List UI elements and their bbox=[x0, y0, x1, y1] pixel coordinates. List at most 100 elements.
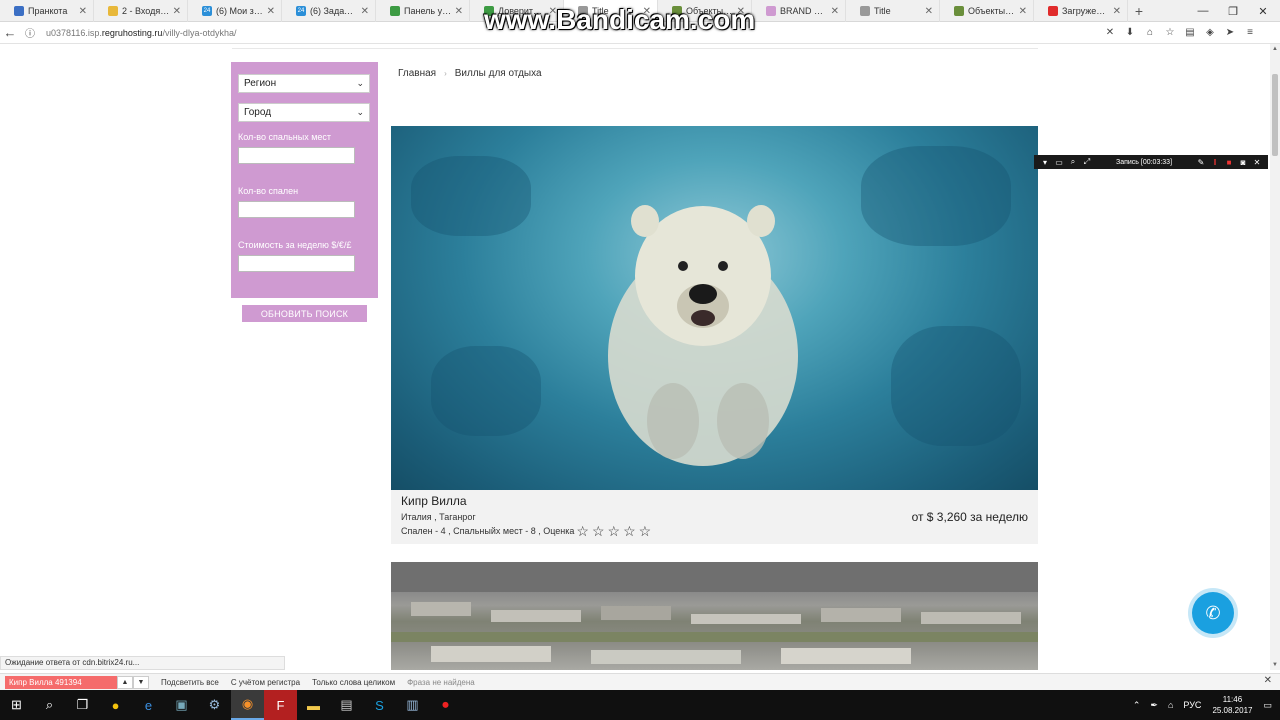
menu-icon[interactable]: ≡ bbox=[1240, 23, 1260, 43]
task-view-icon[interactable]: ❐ bbox=[66, 690, 99, 720]
restore-icon[interactable]: ❐ bbox=[1218, 0, 1248, 22]
browser-tab[interactable]: BRAND VILLAS✕ bbox=[752, 0, 846, 22]
scroll-up-icon[interactable]: ▲ bbox=[1270, 44, 1280, 54]
bookmark-star-icon[interactable]: ☆ bbox=[1160, 23, 1180, 43]
match-case-option[interactable]: С учётом регистра bbox=[231, 678, 300, 687]
notification-icon[interactable]: ▭ bbox=[1263, 700, 1272, 711]
call-widget-button[interactable]: ✆ bbox=[1192, 592, 1234, 634]
villa-price: от $ 3,260 за неделю bbox=[911, 510, 1028, 524]
tab-label: Объекты: Эле bbox=[968, 6, 1016, 16]
tab-close-icon[interactable]: ✕ bbox=[361, 6, 369, 17]
tab-close-icon[interactable]: ✕ bbox=[831, 6, 839, 17]
window-icon[interactable]: ▭ bbox=[1052, 158, 1066, 167]
close-icon[interactable]: ✕ bbox=[1250, 158, 1264, 167]
home-icon[interactable]: ⌂ bbox=[1140, 23, 1160, 43]
price-input[interactable] bbox=[238, 255, 355, 272]
chrome-icon[interactable]: ● bbox=[99, 690, 132, 720]
filezilla-icon[interactable]: F bbox=[264, 690, 297, 720]
villa-card[interactable]: Кипр Вилла Италия , Таганрог Спален - 4 … bbox=[391, 126, 1038, 544]
clear-url-icon[interactable]: ✕ bbox=[1100, 23, 1120, 43]
tab-label: 2 - Входящие - bbox=[122, 6, 170, 16]
resize-icon[interactable]: ⤢ bbox=[1080, 157, 1094, 167]
bandicam-watermark: www.Bandicam.com bbox=[484, 4, 756, 35]
breadcrumb-home-link[interactable]: Главная bbox=[398, 68, 436, 79]
reader-icon[interactable]: ▤ bbox=[1180, 23, 1200, 43]
browser-tab[interactable]: 24 (6) Задачи груп✕ bbox=[282, 0, 376, 22]
villa-photo[interactable] bbox=[391, 126, 1038, 490]
pen-icon[interactable]: ✒ bbox=[1150, 700, 1158, 711]
chevron-down-icon: ⌄ bbox=[356, 78, 364, 88]
scroll-down-icon[interactable]: ▼ bbox=[1270, 660, 1280, 670]
find-next-icon[interactable]: ▼ bbox=[133, 675, 149, 689]
minimize-icon[interactable]: — bbox=[1188, 0, 1218, 22]
tab-close-icon[interactable]: ✕ bbox=[79, 6, 87, 17]
scroll-thumb[interactable] bbox=[1272, 74, 1278, 156]
tab-close-icon[interactable]: ✕ bbox=[173, 6, 181, 17]
browser-tab[interactable]: Загружено 1 и✕ bbox=[1034, 0, 1128, 22]
find-close-icon[interactable]: ✕ bbox=[1264, 675, 1272, 686]
highlight-all-option[interactable]: Подсветить все bbox=[161, 678, 219, 687]
back-arrow-icon[interactable]: ← bbox=[0, 23, 20, 43]
bedrooms-input[interactable] bbox=[238, 201, 355, 218]
window-close-icon[interactable]: ✕ bbox=[1248, 0, 1278, 22]
beds-input[interactable] bbox=[238, 147, 355, 164]
browser-tab[interactable]: 2 - Входящие -✕ bbox=[94, 0, 188, 22]
find-status: Фраза не найдена bbox=[407, 677, 475, 687]
find-input[interactable]: Кипр Вилла 491394 bbox=[5, 675, 117, 689]
clock[interactable]: 11:46 25.08.2017 bbox=[1212, 694, 1252, 716]
pocket-icon[interactable]: ◈ bbox=[1200, 23, 1220, 43]
city-select[interactable]: Город ⌄ bbox=[238, 103, 370, 122]
tab-close-icon[interactable]: ✕ bbox=[1113, 6, 1121, 17]
send-icon[interactable]: ➤ bbox=[1220, 23, 1240, 43]
villa-meta: Спален - 4 , Спальныйх мест - 8 , Оценка… bbox=[401, 523, 1028, 539]
region-select[interactable]: Регион ⌄ bbox=[238, 74, 370, 93]
dropdown-icon[interactable]: ▾ bbox=[1038, 158, 1052, 167]
app-icon[interactable]: ▣ bbox=[165, 690, 198, 720]
explorer-icon[interactable]: ▬ bbox=[297, 690, 330, 720]
start-icon[interactable]: ⊞ bbox=[0, 690, 33, 720]
browser-tab[interactable]: 24 (6) Мои задачи✕ bbox=[188, 0, 282, 22]
villa-photo-second[interactable] bbox=[391, 562, 1038, 670]
find-prev-icon[interactable]: ▲ bbox=[117, 675, 133, 689]
windows-taskbar: ⊞ ⌕ ❐ ● e ▣ ⚙ ◉ F ▬ ▤ S ▥ ⏺ ⌃ ✒ ⌂ РУС 11… bbox=[0, 690, 1280, 720]
search-icon[interactable]: ⌕ bbox=[1066, 157, 1080, 167]
app-icon[interactable]: ▤ bbox=[330, 690, 363, 720]
tab-favicon-icon bbox=[954, 6, 964, 16]
camera-icon[interactable]: ◙ bbox=[1236, 158, 1250, 167]
tab-close-icon[interactable]: ✕ bbox=[1019, 6, 1027, 17]
pause-icon[interactable]: ‖ bbox=[1208, 158, 1222, 167]
villa-info: Кипр Вилла Италия , Таганрог Спален - 4 … bbox=[391, 490, 1038, 544]
bandicam-icon[interactable]: ⏺ bbox=[429, 690, 462, 720]
browser-tab[interactable]: Пранкота ✕ bbox=[0, 0, 94, 22]
villa-title[interactable]: Кипр Вилла bbox=[401, 494, 1028, 508]
breadcrumb: Главная › Виллы для отдыха bbox=[398, 68, 542, 79]
edge-icon[interactable]: e bbox=[132, 690, 165, 720]
chevron-up-icon[interactable]: ⌃ bbox=[1133, 700, 1141, 711]
whole-words-option[interactable]: Только слова целиком bbox=[312, 678, 395, 687]
stop-icon[interactable]: ■ bbox=[1222, 158, 1236, 167]
pencil-icon[interactable]: ✎ bbox=[1194, 158, 1208, 167]
skype-icon[interactable]: S bbox=[363, 690, 396, 720]
search-icon[interactable]: ⌕ bbox=[33, 690, 66, 720]
bedrooms-label: Кол-во спален bbox=[238, 186, 299, 196]
tab-favicon-icon bbox=[14, 6, 24, 16]
url-domain: regruhosting.ru bbox=[101, 27, 163, 38]
app-icon[interactable]: ▥ bbox=[396, 690, 429, 720]
tab-close-icon[interactable]: ✕ bbox=[267, 6, 275, 17]
update-search-button[interactable]: ОБНОВИТЬ ПОИСК bbox=[242, 305, 367, 322]
browser-tab[interactable]: Title ✕ bbox=[846, 0, 940, 22]
network-icon[interactable]: ⌂ bbox=[1168, 700, 1173, 710]
firefox-icon[interactable]: ◉ bbox=[231, 690, 264, 720]
download-icon[interactable]: ⬇ bbox=[1120, 23, 1140, 43]
tab-close-icon[interactable]: ✕ bbox=[925, 6, 933, 17]
info-icon[interactable]: ⓘ bbox=[20, 23, 40, 43]
star-icon: ☆ bbox=[623, 523, 636, 539]
tab-label: (6) Мои задачи bbox=[216, 6, 264, 16]
network-app-icon[interactable]: ⚙ bbox=[198, 690, 231, 720]
browser-tab[interactable]: Панель управл✕ bbox=[376, 0, 470, 22]
vertical-scrollbar[interactable]: ▲ ▼ bbox=[1270, 44, 1280, 670]
new-tab-icon[interactable]: + bbox=[1128, 0, 1150, 22]
tab-close-icon[interactable]: ✕ bbox=[455, 6, 463, 17]
browser-tab[interactable]: Объекты: Эле✕ bbox=[940, 0, 1034, 22]
lang-indicator[interactable]: РУС bbox=[1183, 700, 1201, 710]
